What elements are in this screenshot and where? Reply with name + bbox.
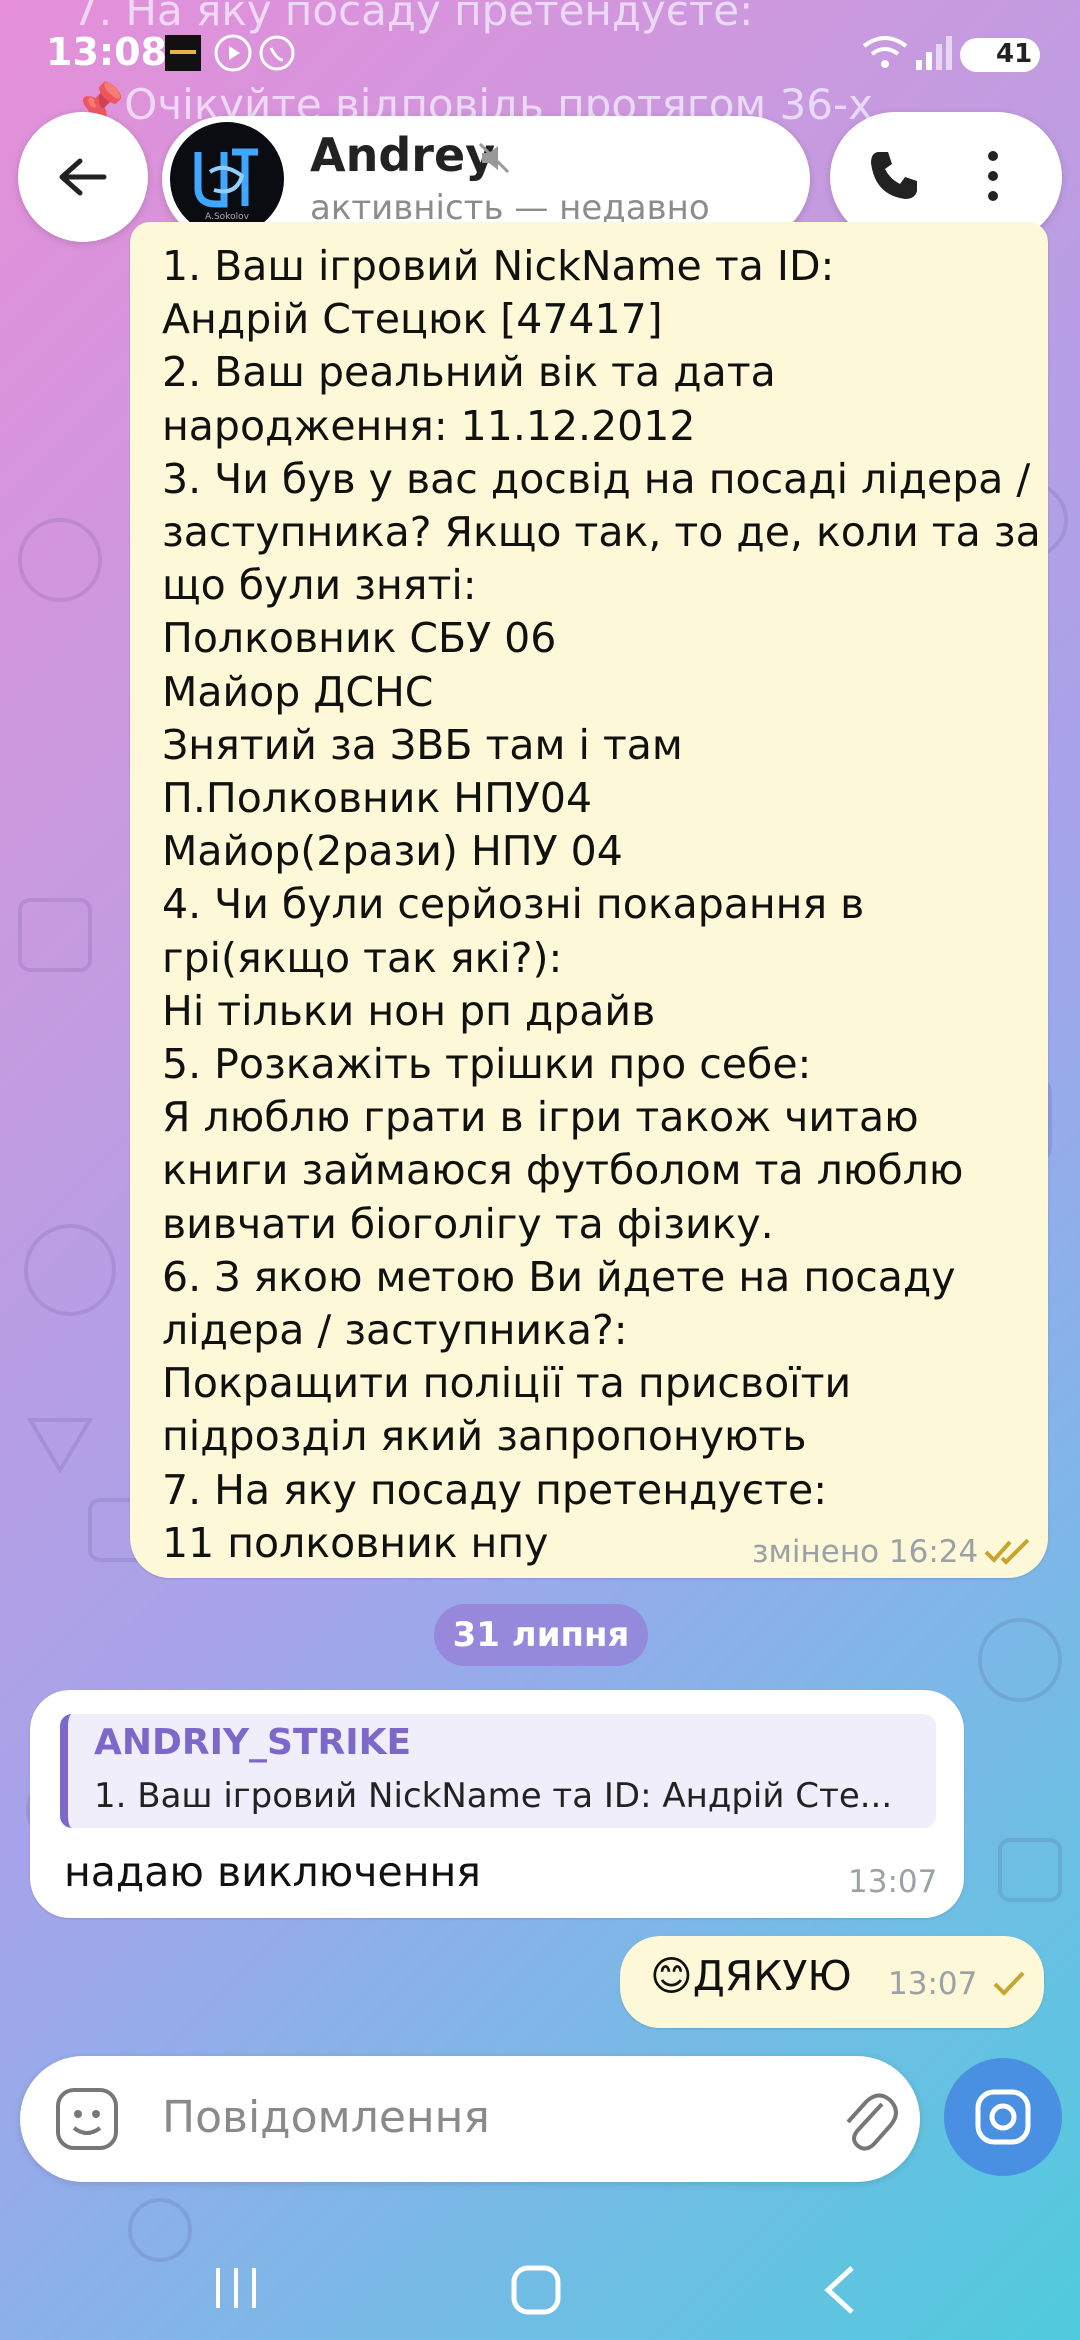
home-icon[interactable] bbox=[510, 2264, 562, 2316]
message-line: Покращити поліції та присвоїти bbox=[162, 1359, 852, 1408]
message-line: Ні тільки нон рп драйв bbox=[162, 986, 656, 1035]
recent-apps-icon[interactable] bbox=[212, 2266, 260, 2310]
double-check-icon bbox=[984, 1538, 1030, 1565]
message-line: підрозділ який запропонують bbox=[162, 1412, 807, 1461]
system-navigation-bar bbox=[0, 2210, 1080, 2340]
quote-text: 1. Ваш ігровий NickName та ID: Андрій Ст… bbox=[94, 1776, 893, 1816]
arrow-left-icon bbox=[59, 158, 107, 196]
message-line: П.Полковник НПУ04 bbox=[162, 774, 593, 823]
contact-name: Andrey bbox=[310, 128, 496, 182]
message-bubble-outgoing[interactable]: 😊ДЯКУЮ 13:07 bbox=[620, 1936, 1044, 2028]
muted-speaker-icon bbox=[478, 142, 510, 174]
viber-icon bbox=[259, 35, 295, 71]
message-line: грі(якщо так які?): bbox=[162, 933, 563, 982]
message-input[interactable]: Повідомлення bbox=[162, 2092, 490, 2143]
message-line: Андрій Стецюк [47417] bbox=[162, 295, 663, 344]
message-line: вивчати біоголігу та фізику. bbox=[162, 1199, 774, 1248]
phone-icon[interactable] bbox=[866, 148, 922, 204]
signal-icon bbox=[916, 36, 952, 70]
quote-author: ANDRIY_STRIKE bbox=[94, 1722, 412, 1763]
message-line: Полковник СБУ 06 bbox=[162, 614, 557, 663]
background-message-line: 7. На яку посаду претендуєте: bbox=[72, 0, 754, 35]
message-edited-time: змінено 16:24 bbox=[752, 1534, 979, 1570]
message-line: що були зняті: bbox=[162, 561, 477, 610]
more-options-icon[interactable] bbox=[978, 148, 1008, 204]
message-text: 1. Ваш ігровий NickName та ID: Андрій Сте… bbox=[162, 240, 1042, 1570]
message-line: книги займаюся футболом та люблю bbox=[162, 1146, 964, 1195]
message-line: народження: 11.12.2012 bbox=[162, 401, 696, 450]
battery-level: 41 bbox=[996, 39, 1033, 69]
battery-icon: 41 bbox=[960, 38, 1040, 72]
reply-quote[interactable]: ANDRIY_STRIKE 1. Ваш ігровий NickName та… bbox=[60, 1714, 936, 1828]
message-line: Знятий за ЗВБ там і там bbox=[162, 720, 683, 769]
app-notification-icon bbox=[165, 35, 201, 71]
message-time: 13:07 bbox=[848, 1864, 938, 1900]
message-input-bar: Повідомлення bbox=[20, 2056, 920, 2182]
message-line: 2. Ваш реальний вік та дата bbox=[162, 348, 776, 397]
camera-icon bbox=[975, 2089, 1031, 2145]
message-line: 3. Чи був у вас досвід на посаді лідера … bbox=[162, 454, 1031, 503]
message-text: 😊ДЯКУЮ bbox=[650, 1952, 852, 2000]
back-button[interactable] bbox=[18, 112, 148, 242]
back-nav-icon[interactable] bbox=[822, 2264, 858, 2316]
status-bar: 7. На яку посаду претендуєте: 📌Очікуйте … bbox=[0, 0, 1080, 129]
message-line: Майор(2рази) НПУ 04 bbox=[162, 827, 623, 876]
message-line: заступника? Якщо так, то де, коли та за bbox=[162, 508, 1041, 557]
camera-button[interactable] bbox=[944, 2058, 1062, 2176]
date-separator: 31 липня bbox=[434, 1604, 648, 1666]
message-line: Майор ДСНС bbox=[162, 667, 434, 716]
wifi-icon bbox=[862, 36, 908, 68]
avatar[interactable]: A.Sokolov bbox=[170, 122, 284, 236]
message-line: лідера / заступника?: bbox=[162, 1306, 628, 1355]
avatar-caption: A.Sokolov bbox=[205, 212, 249, 222]
status-time: 13:08 bbox=[46, 30, 167, 74]
message-line: 4. Чи були серйозні покарання в bbox=[162, 880, 865, 929]
message-line: Я люблю грати в ігри також читаю bbox=[162, 1093, 919, 1142]
paperclip-icon[interactable] bbox=[838, 2086, 898, 2152]
message-line: 5. Розкажіть трішки про себе: bbox=[162, 1040, 812, 1089]
message-line: 1. Ваш ігровий NickName та ID: bbox=[162, 242, 835, 290]
message-bubble-outgoing[interactable]: 1. Ваш ігровий NickName та ID: Андрій Сте… bbox=[130, 222, 1048, 1578]
message-line: 7. На яку посаду претендуєте: bbox=[162, 1465, 828, 1514]
youtube-icon bbox=[214, 34, 252, 72]
message-time: 13:07 bbox=[888, 1966, 978, 2002]
message-text: надаю виключення bbox=[64, 1848, 481, 1896]
message-line: 6. З якою метою Ви йдете на посаду bbox=[162, 1252, 956, 1301]
check-icon bbox=[993, 1971, 1025, 1996]
message-bubble-incoming[interactable]: ANDRIY_STRIKE 1. Ваш ігровий NickName та… bbox=[30, 1690, 964, 1918]
sticker-icon[interactable] bbox=[54, 2086, 120, 2152]
